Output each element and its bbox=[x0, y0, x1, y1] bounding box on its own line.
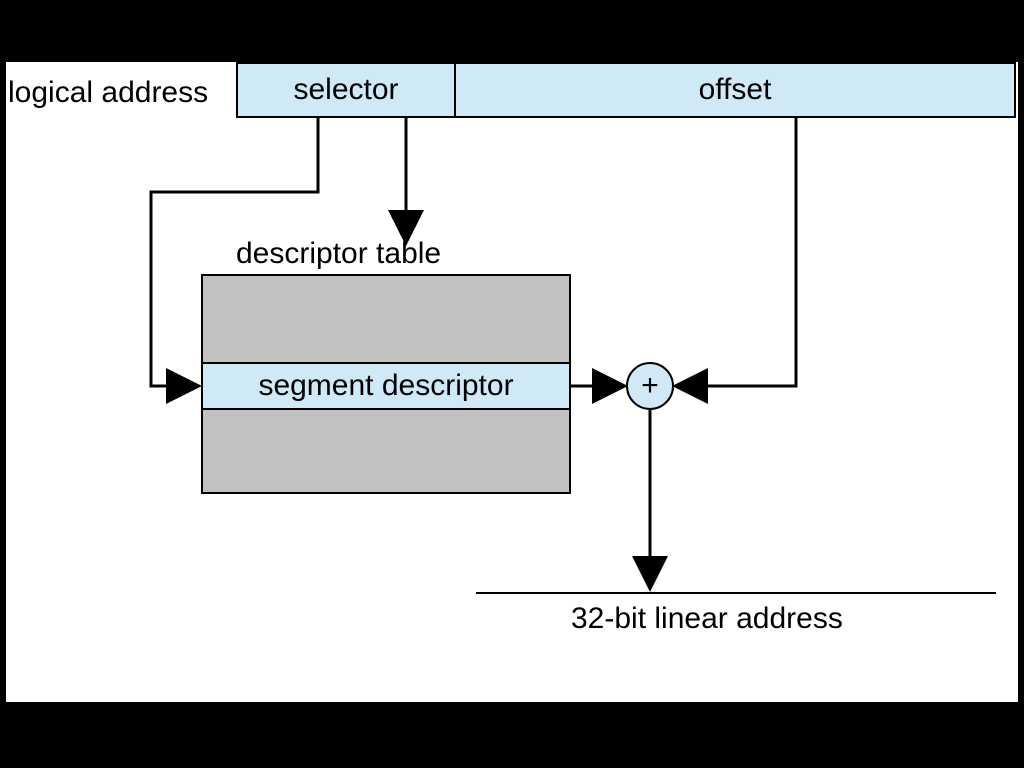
adder-symbol: + bbox=[641, 369, 659, 403]
descriptor-table-label: descriptor table bbox=[236, 237, 441, 271]
diagram-canvas: logical address selector offset descript… bbox=[6, 62, 1018, 702]
selector-label: selector bbox=[293, 73, 398, 107]
offset-box: offset bbox=[454, 62, 1016, 118]
offset-label: offset bbox=[699, 73, 772, 107]
arrow-offset-to-adder bbox=[678, 118, 796, 386]
selector-box: selector bbox=[236, 62, 456, 118]
logical-address-label: logical address bbox=[8, 76, 208, 110]
segment-descriptor-label: segment descriptor bbox=[258, 369, 513, 403]
adder-node: + bbox=[626, 362, 674, 410]
result-line bbox=[476, 592, 996, 594]
result-label: 32-bit linear address bbox=[571, 602, 843, 636]
segment-descriptor-box: segment descriptor bbox=[201, 362, 571, 410]
